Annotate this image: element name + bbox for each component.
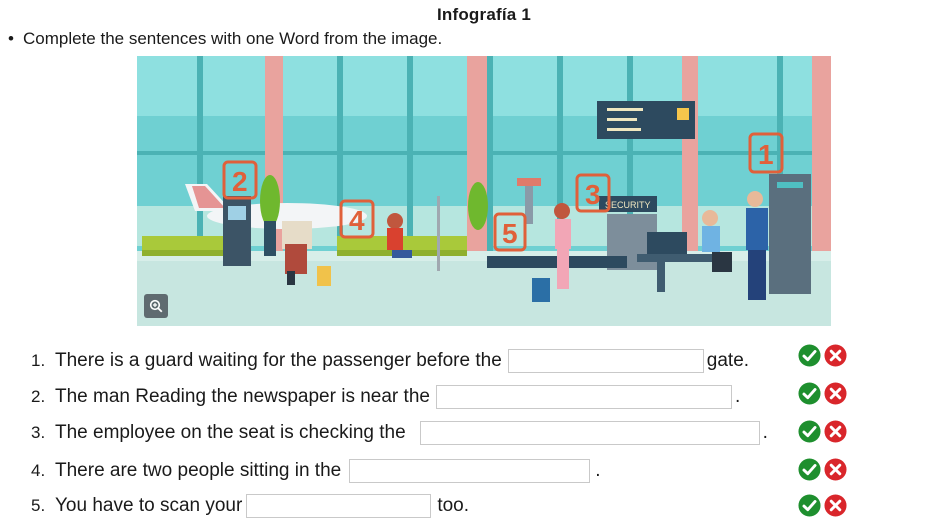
check-answer-4[interactable] [798, 458, 821, 481]
label-4: 4 [349, 205, 365, 236]
question-4: 4. There are two people sitting in the . [31, 459, 601, 483]
question-text-before: The employee on the seat is checking the [55, 422, 406, 443]
clear-answer-4[interactable] [824, 458, 847, 481]
bullet: • [8, 29, 14, 48]
cross-icon [824, 458, 847, 481]
label-2: 2 [232, 166, 248, 197]
check-icon [798, 494, 821, 517]
check-icon [798, 344, 821, 367]
label-3: 3 [585, 179, 601, 210]
answer-input-5[interactable] [246, 494, 432, 518]
instruction: • Complete the sentences with one Word fr… [8, 29, 442, 49]
question-number: 4. [31, 461, 46, 480]
question-text-before: You have to scan your [55, 495, 243, 516]
answer-input-1[interactable] [507, 349, 704, 373]
airport-infographic-image: SECURITY 1 2 3 4 5 [137, 56, 831, 326]
zoom-button[interactable] [144, 294, 168, 318]
question-5: 5. You have to scan your too. [31, 494, 469, 518]
question-text-after: . [762, 422, 768, 443]
answer-input-2[interactable] [435, 385, 732, 409]
question-2: 2. The man Reading the newspaper is near… [31, 385, 740, 409]
question-text-before: There are two people sitting in the [55, 460, 342, 481]
page-title: Infografía 1 [436, 5, 532, 24]
check-answer-3[interactable] [798, 420, 821, 443]
question-text-before: There is a guard waiting for the passeng… [55, 350, 502, 371]
cross-icon [824, 420, 847, 443]
question-number: 3. [31, 423, 46, 442]
question-text-before: The man Reading the newspaper is near th… [55, 386, 430, 407]
answer-controls-5 [798, 494, 847, 517]
label-5: 5 [502, 218, 518, 249]
instruction-text: Complete the sentences with one Word fro… [23, 29, 443, 48]
question-text-after: . [595, 460, 601, 481]
check-answer-5[interactable] [798, 494, 821, 517]
check-answer-2[interactable] [798, 382, 821, 405]
answer-input-4[interactable] [349, 459, 591, 483]
check-icon [798, 382, 821, 405]
answer-controls-1 [798, 344, 847, 367]
question-text-after: gate. [706, 350, 750, 371]
question-text-after: too. [437, 495, 470, 516]
question-text-after: . [734, 386, 741, 407]
clear-answer-3[interactable] [824, 420, 847, 443]
clear-answer-5[interactable] [824, 494, 847, 517]
question-number: 1. [31, 351, 46, 370]
question-number: 2. [31, 387, 46, 406]
clear-answer-2[interactable] [824, 382, 847, 405]
cross-icon [824, 382, 847, 405]
question-number: 5. [31, 496, 46, 515]
answer-controls-3 [798, 420, 847, 443]
check-icon [798, 458, 821, 481]
label-1: 1 [758, 139, 774, 170]
answer-controls-4 [798, 458, 847, 481]
check-answer-1[interactable] [798, 344, 821, 367]
answer-controls-2 [798, 382, 847, 405]
clear-answer-1[interactable] [824, 344, 847, 367]
check-icon [798, 420, 821, 443]
cross-icon [824, 494, 847, 517]
security-sign: SECURITY [605, 200, 651, 210]
question-3: 3. The employee on the seat is checking … [31, 421, 768, 445]
question-1: 1. There is a guard waiting for the pass… [31, 349, 749, 373]
answer-input-3[interactable] [419, 421, 760, 445]
cross-icon [824, 344, 847, 367]
zoom-in-icon [149, 299, 163, 313]
